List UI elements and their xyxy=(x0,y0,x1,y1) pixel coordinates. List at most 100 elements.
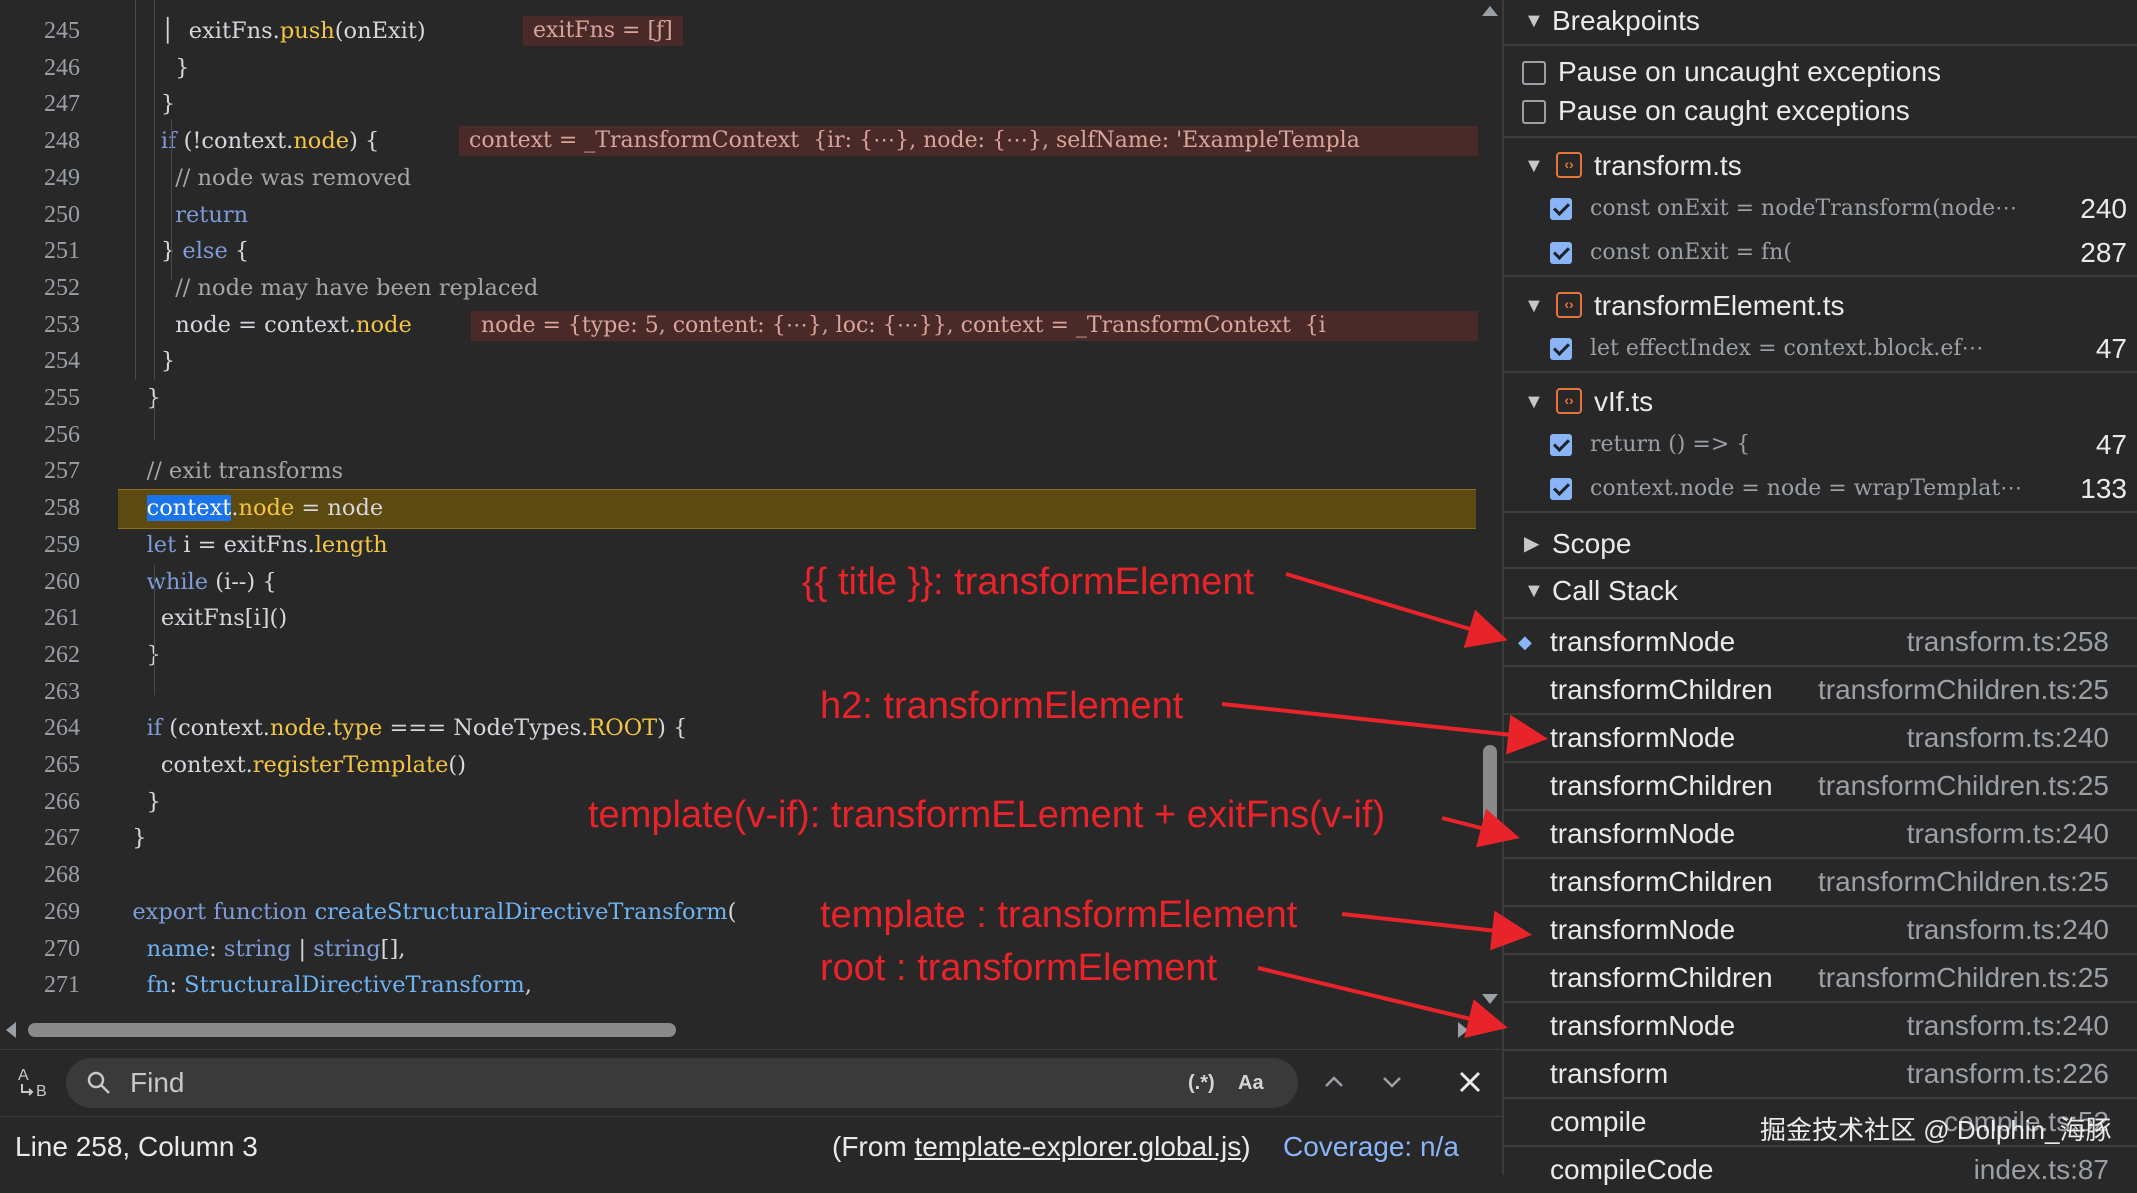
breakpoint-item[interactable]: let effectIndex = context.block.ef⋯ 47 xyxy=(1504,329,2137,369)
code-line[interactable]: return xyxy=(118,197,248,234)
line-number[interactable]: 249 xyxy=(0,160,80,197)
code-line[interactable]: // node may have been replaced xyxy=(118,270,538,307)
code-line[interactable]: if (!context.node) { xyxy=(118,123,379,160)
line-number[interactable]: 250 xyxy=(0,197,80,234)
line-number[interactable]: 268 xyxy=(0,857,80,894)
code-line[interactable]: let i = exitFns.length xyxy=(118,527,388,564)
code-line[interactable]: } xyxy=(118,784,161,821)
line-number[interactable]: 262 xyxy=(0,637,80,674)
line-number[interactable]: 257 xyxy=(0,453,80,490)
close-find-button[interactable] xyxy=(1450,1062,1490,1102)
indent-guide xyxy=(154,565,155,695)
scroll-down-arrow-icon[interactable] xyxy=(1482,994,1498,1004)
code-line[interactable]: // exit transforms xyxy=(118,453,343,490)
line-number[interactable]: 259 xyxy=(0,527,80,564)
match-case-toggle-button[interactable]: Aa xyxy=(1238,1058,1264,1108)
line-number[interactable]: 251 xyxy=(0,233,80,270)
line-number[interactable]: 258 xyxy=(0,490,80,527)
pause-uncaught-checkbox[interactable] xyxy=(1522,61,1546,85)
line-number[interactable]: 246 xyxy=(0,50,80,87)
line-number-gutter[interactable]: 245 246 247 248 249 250 251 252 253 254 255 256 257 2… xyxy=(0,0,110,1010)
call-stack-frame[interactable]: compileCode index.ts:87 xyxy=(1504,1145,2137,1193)
callstack-header[interactable]: ▼ Call Stack xyxy=(1504,568,2137,614)
call-stack-frame[interactable]: transformChildren transformChildren.ts:25 xyxy=(1504,857,2137,905)
call-stack-frame[interactable]: transformNode transform.ts:240 xyxy=(1504,809,2137,857)
code-line[interactable]: fn: StructuralDirectiveTransform, xyxy=(118,967,532,1004)
breakpoint-item[interactable]: context.node = node = wrapTemplat⋯ 133 xyxy=(1504,469,2137,509)
vertical-scroll-thumb[interactable] xyxy=(1483,745,1497,829)
line-number[interactable]: 261 xyxy=(0,600,80,637)
line-number[interactable]: 245 xyxy=(0,13,80,50)
code-editor[interactable]: 245 246 247 248 249 250 251 252 253 254 255 256 257 2… xyxy=(0,0,1478,1010)
breakpoint-checkbox[interactable] xyxy=(1550,478,1572,500)
coverage-status[interactable]: Coverage: n/a xyxy=(1283,1117,1459,1176)
code-line[interactable]: } xyxy=(118,343,175,380)
code-line[interactable]: node = context.node xyxy=(118,307,412,344)
scope-header[interactable]: ▶ Scope xyxy=(1504,521,2137,567)
code-line[interactable]: exitFns[i]() xyxy=(118,600,287,637)
find-input[interactable]: Find (.*) Aa xyxy=(66,1058,1298,1108)
call-stack-frame[interactable]: transformNode transform.ts:240 xyxy=(1504,1001,2137,1049)
line-number[interactable]: 255 xyxy=(0,380,80,417)
breakpoint-checkbox[interactable] xyxy=(1550,242,1572,264)
code-line[interactable]: name: string | string[], xyxy=(118,931,406,968)
line-number[interactable]: 260 xyxy=(0,564,80,601)
call-stack-frame[interactable]: transformNode transform.ts:240 xyxy=(1504,905,2137,953)
line-number[interactable]: 256 xyxy=(0,417,80,454)
code-line[interactable]: export function createStructuralDirectiv… xyxy=(118,894,736,931)
breakpoint-file-3[interactable]: ▼ ‹› vIf.ts xyxy=(1504,379,2137,425)
call-stack-frame[interactable]: transform transform.ts:226 xyxy=(1504,1049,2137,1097)
regex-toggle-button[interactable]: (.*) xyxy=(1188,1058,1215,1108)
scroll-left-arrow-icon[interactable] xyxy=(6,1022,16,1038)
code-line[interactable]: context.registerTemplate() xyxy=(118,747,466,784)
breakpoints-header[interactable]: ▼ Breakpoints xyxy=(1504,0,2137,44)
line-number[interactable]: 264 xyxy=(0,710,80,747)
code-line[interactable]: } xyxy=(118,820,146,857)
previous-match-button[interactable] xyxy=(1314,1062,1354,1102)
line-number[interactable]: 254 xyxy=(0,343,80,380)
line-number[interactable]: 271 xyxy=(0,967,80,1004)
code-line[interactable]: } xyxy=(118,86,175,123)
scroll-up-arrow-icon[interactable] xyxy=(1482,6,1498,16)
next-match-button[interactable] xyxy=(1372,1062,1412,1102)
line-number[interactable]: 253 xyxy=(0,307,80,344)
code-line[interactable]: // node was removed xyxy=(118,160,411,197)
breakpoint-checkbox[interactable] xyxy=(1550,434,1572,456)
line-number[interactable]: 267 xyxy=(0,820,80,857)
line-number[interactable]: 263 xyxy=(0,674,80,711)
source-file-link[interactable]: template-explorer.global.js xyxy=(914,1131,1241,1162)
editor-horizontal-scrollbar[interactable] xyxy=(0,1012,1478,1048)
line-number[interactable]: 248 xyxy=(0,123,80,160)
line-number[interactable]: 266 xyxy=(0,784,80,821)
pause-caught-row[interactable]: Pause on caught exceptions xyxy=(1504,91,2137,131)
line-number[interactable]: 265 xyxy=(0,747,80,784)
breakpoint-checkbox[interactable] xyxy=(1550,198,1572,220)
code-line[interactable]: } else { xyxy=(118,233,249,270)
breakpoint-line-number: 47 xyxy=(2095,429,2127,460)
scroll-right-arrow-icon[interactable] xyxy=(1458,1022,1468,1038)
call-stack-frame[interactable]: transformChildren transformChildren.ts:25 xyxy=(1504,953,2137,1001)
breakpoint-file-1[interactable]: ▼ ‹› transform.ts xyxy=(1504,143,2137,189)
replace-toggle-icon[interactable]: AB xyxy=(16,1062,56,1102)
pause-caught-checkbox[interactable] xyxy=(1522,100,1546,124)
code-line[interactable]: while (i--) { xyxy=(118,564,277,601)
code-line[interactable]: context.node = node xyxy=(118,490,383,527)
line-number[interactable]: 269 xyxy=(0,894,80,931)
call-stack-frame[interactable]: transformNode transform.ts:240 xyxy=(1504,713,2137,761)
horizontal-scroll-thumb[interactable] xyxy=(28,1023,676,1037)
breakpoint-item[interactable]: return () => {47 xyxy=(1504,425,2137,465)
breakpoint-item[interactable]: const onExit = nodeTransform(node⋯ 240 xyxy=(1504,189,2137,229)
breakpoint-file-2[interactable]: ▼ ‹› transformElement.ts xyxy=(1504,283,2137,329)
breakpoint-item[interactable]: const onExit = fn(287 xyxy=(1504,233,2137,273)
line-number[interactable]: 252 xyxy=(0,270,80,307)
line-number[interactable]: 247 xyxy=(0,86,80,123)
call-stack-frame[interactable]: ◆ transformNode transform.ts:258 xyxy=(1504,617,2137,665)
call-stack-frame[interactable]: transformChildren transformChildren.ts:25 xyxy=(1504,761,2137,809)
line-number[interactable]: 270 xyxy=(0,931,80,968)
code-line[interactable]: if (context.node.type === NodeTypes.ROOT… xyxy=(118,710,688,747)
editor-vertical-scrollbar[interactable] xyxy=(1478,0,1502,1010)
breakpoint-checkbox[interactable] xyxy=(1550,338,1572,360)
code-line[interactable]: │ exitFns.push(onExit) xyxy=(118,13,426,50)
call-stack-frame[interactable]: transformChildren transformChildren.ts:25 xyxy=(1504,665,2137,713)
pause-uncaught-row[interactable]: Pause on uncaught exceptions xyxy=(1504,52,2137,92)
